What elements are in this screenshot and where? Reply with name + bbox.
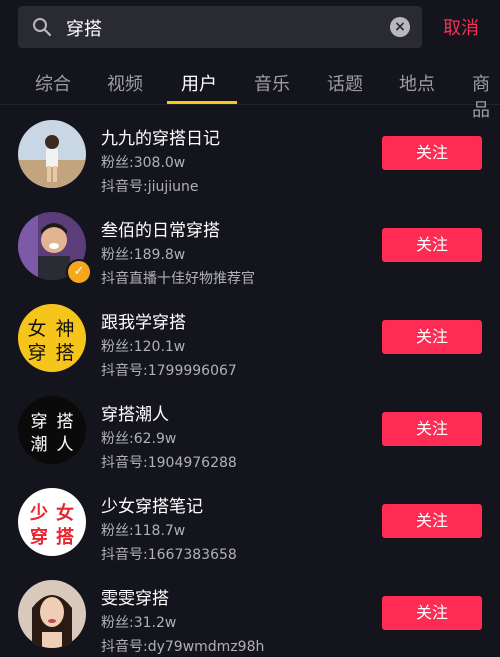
avatar-text: 搭: [56, 526, 74, 548]
avatar-text: 人: [57, 435, 74, 455]
follow-button[interactable]: 关注: [382, 228, 482, 262]
avatar-text: 穿: [30, 526, 48, 548]
user-name: 跟我学穿搭: [101, 313, 186, 333]
user-id: 抖音号:1904976288: [101, 455, 237, 471]
tab-video[interactable]: 视频: [107, 70, 143, 96]
follow-button[interactable]: 关注: [382, 504, 482, 538]
avatar[interactable]: 女 神 穿 搭: [18, 304, 86, 372]
avatar-text: 穿: [27, 342, 46, 364]
user-row[interactable]: 穿 搭 潮 人 穿搭潮人 粉丝:62.9w 抖音号:1904976288 关注: [0, 381, 500, 473]
user-list: 九九的穿搭日记 粉丝:308.0w 抖音号:jiujiune 关注 ✓ 叁佰的日…: [0, 105, 500, 657]
verified-badge-icon: ✓: [66, 259, 92, 285]
avatar[interactable]: [18, 580, 86, 648]
user-row[interactable]: ✓ 叁佰的日常穿搭 粉丝:189.8w 抖音直播十佳好物推荐官 关注: [0, 197, 500, 289]
search-input[interactable]: [64, 6, 378, 50]
tab-topics[interactable]: 话题: [327, 70, 363, 96]
top-bar: × 取消: [0, 0, 500, 58]
avatar-text: 搭: [55, 342, 74, 364]
search-box[interactable]: ×: [18, 6, 422, 50]
fan-count: 粉丝:120.1w: [101, 339, 186, 355]
user-row[interactable]: 女 神 穿 搭 跟我学穿搭 粉丝:120.1w 抖音号:1799996067 关…: [0, 289, 500, 381]
user-name: 雯雯穿搭: [101, 589, 169, 609]
user-row[interactable]: 少 女 穿 搭 少女穿搭笔记 粉丝:118.7w 抖音号:1667383658 …: [0, 473, 500, 565]
tab-general[interactable]: 综合: [35, 70, 71, 96]
avatar-text: 女: [56, 502, 74, 524]
user-id: 抖音号:jiujiune: [101, 179, 199, 195]
tab-music[interactable]: 音乐: [254, 70, 290, 96]
user-id: 抖音号:1799996067: [101, 363, 237, 379]
avatar-text: 搭: [57, 412, 74, 432]
follow-button[interactable]: 关注: [382, 136, 482, 170]
user-id: 抖音号:dy79wmdmz98h: [101, 639, 265, 655]
user-name: 少女穿搭笔记: [101, 497, 203, 517]
avatar-text: 潮: [31, 435, 48, 455]
avatar[interactable]: 少 女 穿 搭: [18, 488, 86, 556]
avatar-text: 女: [27, 318, 46, 340]
fan-count: 粉丝:118.7w: [101, 523, 186, 539]
user-name: 穿搭潮人: [101, 405, 169, 425]
avatar[interactable]: [18, 120, 86, 188]
fan-count: 粉丝:189.8w: [101, 247, 186, 263]
avatar-text: 穿: [31, 412, 48, 432]
tab-bar: 综合 视频 用户 音乐 话题 地点 商品: [0, 58, 500, 121]
user-row[interactable]: 九九的穿搭日记 粉丝:308.0w 抖音号:jiujiune 关注: [0, 105, 500, 197]
fan-count: 粉丝:62.9w: [101, 431, 177, 447]
user-id: 抖音号:1667383658: [101, 547, 237, 563]
user-name: 叁佰的日常穿搭: [101, 221, 220, 241]
tab-users[interactable]: 用户: [181, 70, 217, 96]
user-id: 抖音直播十佳好物推荐官: [101, 271, 255, 287]
fan-count: 粉丝:308.0w: [101, 155, 186, 171]
cancel-button[interactable]: 取消: [443, 14, 479, 40]
avatar[interactable]: 穿 搭 潮 人: [18, 396, 86, 464]
tab-places[interactable]: 地点: [399, 70, 435, 96]
search-icon: [33, 18, 52, 37]
user-name: 九九的穿搭日记: [101, 129, 220, 149]
follow-button[interactable]: 关注: [382, 320, 482, 354]
avatar-text: 少: [29, 503, 48, 524]
fan-count: 粉丝:31.2w: [101, 615, 177, 631]
avatar-text: 神: [55, 318, 74, 340]
follow-button[interactable]: 关注: [382, 412, 482, 446]
active-tab-indicator: [167, 101, 237, 104]
follow-button[interactable]: 关注: [382, 596, 482, 630]
clear-icon[interactable]: ×: [390, 17, 410, 37]
user-row[interactable]: 雯雯穿搭 粉丝:31.2w 抖音号:dy79wmdmz98h 关注: [0, 565, 500, 657]
